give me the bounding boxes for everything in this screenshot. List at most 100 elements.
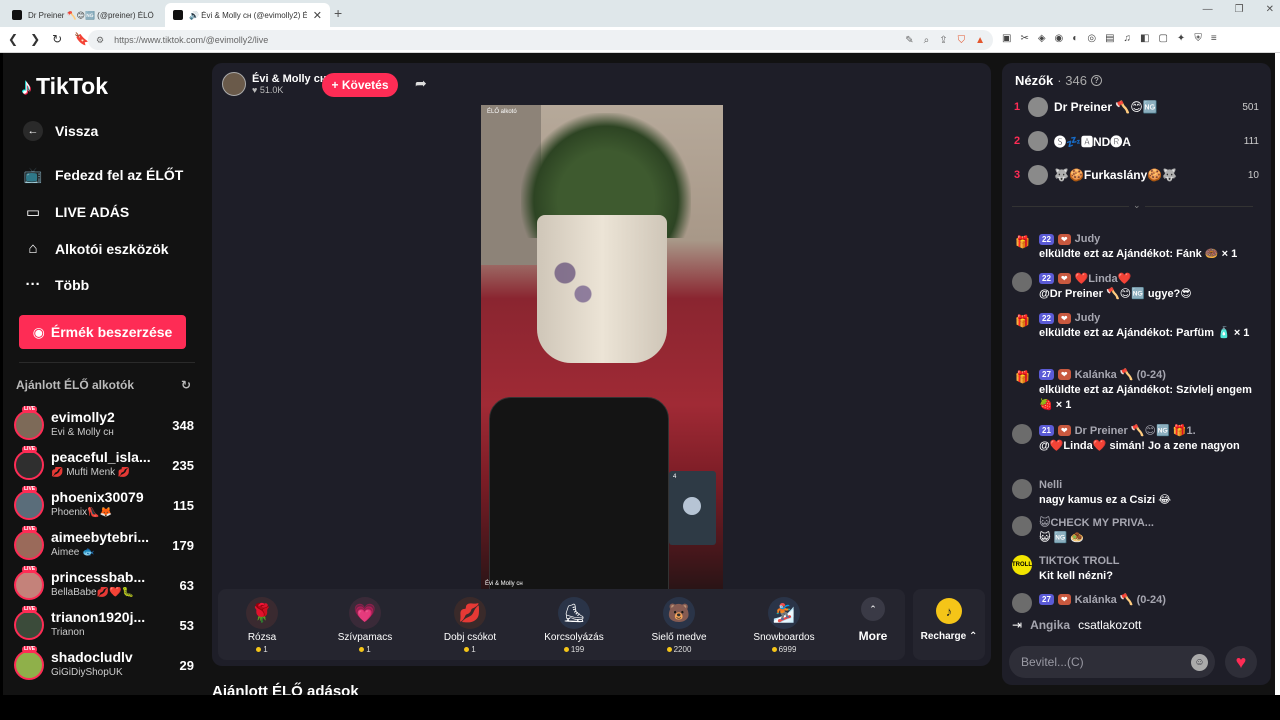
extension-icon[interactable]: ◎	[1087, 33, 1096, 44]
guest-video[interactable]: 4	[669, 471, 716, 545]
forward-icon[interactable]: ❯	[30, 32, 40, 46]
avatar[interactable]	[1028, 131, 1048, 151]
browser-tab-preiner[interactable]: Dr Preiner 🪓😊🆖 (@preiner) ÉLŐ	[4, 3, 164, 27]
creator-item[interactable]: LIVE phoenix30079 Phoenix👠🦊 115	[14, 486, 194, 523]
message-author[interactable]: 27 ❤ Kalánka 🪓 (0-24)	[1039, 368, 1257, 381]
host-info[interactable]: Évi & Molly ᴄʜ ♥ 51.0K	[222, 72, 327, 96]
creator-item[interactable]: LIVE princessbab... BellaBabe💋❤️🐛 63	[14, 566, 194, 603]
minimize-icon[interactable]: —	[1203, 4, 1213, 15]
message-author[interactable]: 27 ❤ Kalánka 🪓 (0-24)	[1039, 593, 1257, 606]
message-author[interactable]: 22 ❤ ❤️Linda❤️	[1039, 272, 1257, 285]
avatar[interactable]	[1012, 479, 1032, 499]
creator-item[interactable]: LIVE aimeebytebri... Aimee 🐟 179	[14, 526, 194, 563]
extension-icon[interactable]: ◐	[1072, 33, 1078, 44]
message-author[interactable]: Nelli	[1039, 479, 1257, 491]
chevron-down-icon[interactable]: ⌄	[1129, 200, 1145, 211]
zoom-icon[interactable]: ⌕	[924, 35, 930, 46]
browser-tab-evimolly[interactable]: 🔊 Évi & Molly ᴄʜ (@evimolly2) É ✕	[165, 3, 330, 27]
gift-price: 6999	[734, 645, 834, 654]
tiktok-logo[interactable]: ♪ TikTok	[21, 73, 108, 100]
extension-icon[interactable]: ◉	[1055, 33, 1064, 44]
back-icon[interactable]: ❮	[8, 32, 18, 46]
sidebar-icon[interactable]: ◧	[1140, 33, 1149, 44]
joined-user[interactable]: Angika	[1030, 618, 1070, 632]
follow-button[interactable]: + Követés	[322, 73, 398, 97]
message-author[interactable]: 21 ❤ Dr Preiner 🪓😊🆖 🎁1.	[1039, 424, 1257, 437]
avatar[interactable]	[1012, 424, 1032, 444]
creator-item[interactable]: LIVE trianon1920j... Trianon 53	[14, 606, 194, 643]
avatar[interactable]	[14, 410, 44, 440]
avatar[interactable]	[1028, 165, 1048, 185]
get-coins-button[interactable]: ◉ Érmék beszerzése	[19, 315, 186, 349]
recharge-button[interactable]: ♪ Recharge ⌃	[913, 589, 985, 660]
restore-icon[interactable]: ❐	[1235, 4, 1244, 15]
help-icon[interactable]: ?	[1090, 75, 1102, 86]
vpn-icon[interactable]: ⛨	[1194, 33, 1202, 44]
avatar[interactable]	[1012, 593, 1032, 613]
avatar[interactable]	[14, 650, 44, 680]
creator-item[interactable]: LIVE peaceful_isla... 💋 Mufti Menk 💋 235	[14, 446, 194, 483]
gift-item[interactable]: 🏂 Snowboardos 6999	[734, 597, 834, 654]
top-viewer-row[interactable]: 2 🅢💤🅰ND🅡A 111	[1014, 130, 1259, 152]
close-tab-icon[interactable]: ✕	[313, 9, 322, 22]
creator-item[interactable]: LIVE evimolly2 Évi & Molly ᴄʜ 348	[14, 406, 194, 443]
menu-icon[interactable]: ≡	[1211, 33, 1217, 44]
message-author[interactable]: 22 ❤ Judy	[1039, 233, 1257, 245]
gift-item[interactable]: 💗 Szívpamacs 1	[315, 597, 415, 654]
music-icon[interactable]: ♫	[1124, 33, 1132, 44]
share-icon[interactable]: ⇪	[939, 35, 947, 46]
menu-creator-tools[interactable]: ⌂ Alkotói eszközök	[23, 240, 168, 257]
share-icon[interactable]: ➦	[415, 75, 427, 92]
menu-back[interactable]: ← Vissza	[23, 121, 98, 141]
avatar[interactable]	[1012, 516, 1032, 536]
chat-message: Nelli nagy kamus ez a Csizi 😂	[1012, 479, 1257, 508]
like-heart-button[interactable]: ♥	[1225, 646, 1257, 678]
top-viewer-row[interactable]: 1 Dr Preiner 🪓😊🆖 501	[1014, 96, 1259, 118]
extension-icon[interactable]: ▣	[1002, 33, 1011, 44]
message-author[interactable]: TIKTOK TROLL	[1039, 555, 1257, 567]
leo-icon[interactable]: ✦	[1177, 33, 1185, 44]
url-bar[interactable]: ⚙ https://www.tiktok.com/@evimolly2/live…	[88, 30, 993, 50]
gift-item[interactable]: 🌹 Rózsa 1	[212, 597, 312, 654]
viewers-header[interactable]: Nézők · 346 ?	[1015, 73, 1102, 88]
gift-item[interactable]: 💋 Dobj csókot 1	[420, 597, 520, 654]
wallet-icon[interactable]: ▢	[1158, 33, 1167, 44]
extension-icon[interactable]: ▤	[1105, 33, 1114, 44]
more-gifts-button[interactable]: ⌃ More	[843, 597, 903, 643]
menu-go-live[interactable]: ▭ LIVE ADÁS	[23, 203, 129, 221]
new-tab-icon[interactable]: +	[334, 5, 342, 21]
avatar[interactable]	[14, 570, 44, 600]
message-author[interactable]: 😺CHECK MY PRIVA...	[1039, 516, 1257, 529]
brave-shield-icon[interactable]: ⛉	[958, 35, 966, 46]
gift-item[interactable]: 🐻 Sielő medve 2200	[629, 597, 729, 654]
close-window-icon[interactable]: ✕	[1266, 4, 1274, 15]
avatar[interactable]	[14, 450, 44, 480]
site-info-icon[interactable]: ⚙	[96, 35, 104, 46]
extension-icon[interactable]: ✂	[1020, 33, 1028, 44]
translate-icon[interactable]: ✎	[905, 35, 913, 46]
gift-price: 1	[420, 645, 520, 654]
host-avatar[interactable]	[222, 72, 246, 96]
menu-explore-live[interactable]: 📺 Fedezd fel az ÉLŐT	[23, 166, 184, 184]
menu-more[interactable]: ··· Több	[23, 276, 90, 293]
emoji-icon[interactable]: ☺	[1191, 654, 1208, 671]
creator-item[interactable]: LIVE shadocludlv GiGiDiyShopUK 29	[14, 646, 194, 683]
top-viewer-row[interactable]: 3 🐺🍪Furkaslány🍪🐺 10	[1014, 164, 1259, 186]
extension-icon[interactable]: ◈	[1038, 33, 1046, 44]
bookmark-icon[interactable]: 🔖	[74, 32, 89, 46]
avatar[interactable]: TROLL	[1012, 555, 1032, 575]
message-author[interactable]: 22 ❤ Judy	[1039, 312, 1257, 324]
avatar[interactable]	[14, 610, 44, 640]
brave-rewards-icon[interactable]: ▲	[975, 35, 985, 46]
chat-input[interactable]: Bevitel...(C)	[1009, 646, 1215, 678]
avatar[interactable]	[14, 530, 44, 560]
reload-icon[interactable]: ↻	[52, 32, 62, 46]
avatar[interactable]	[14, 490, 44, 520]
gift-item[interactable]: ⛸ Korcsolyázás 199	[524, 597, 624, 654]
fan-badge: ❤	[1057, 273, 1071, 284]
live-video[interactable]: ÉLŐ alkotó Évi & Molly ᴄʜ 4	[481, 105, 723, 589]
avatar[interactable]	[1012, 272, 1032, 292]
avatar[interactable]	[1028, 97, 1048, 117]
chat-message: 😺CHECK MY PRIVA... 😺 🆖 🧆	[1012, 516, 1257, 546]
refresh-icon[interactable]: ↻	[181, 378, 191, 392]
